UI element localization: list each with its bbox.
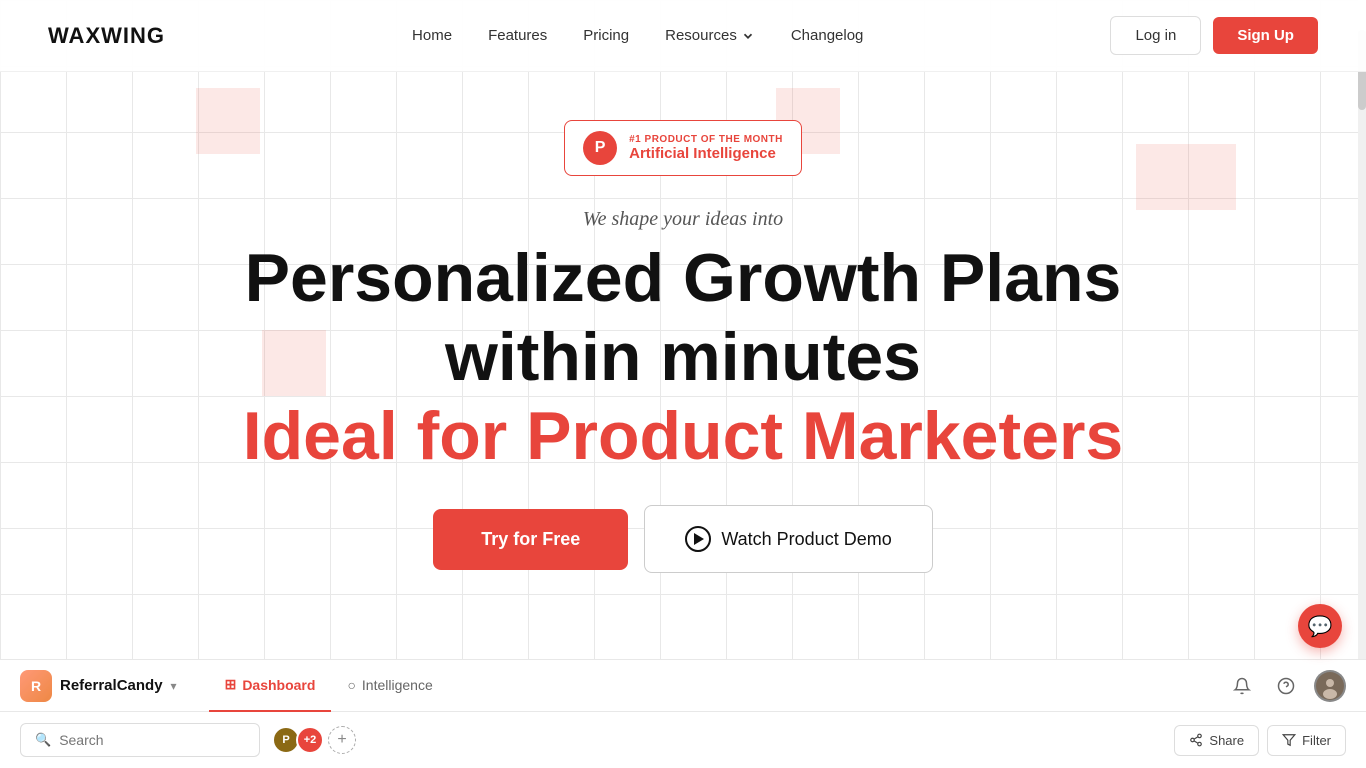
badge-text: #1 PRODUCT OF THE MONTH Artificial Intel… (629, 134, 783, 162)
app-logo-area[interactable]: R ReferralCandy ▾ (20, 670, 177, 702)
app-chevron-icon: ▾ (171, 679, 177, 693)
app-tabs: ⊞ Dashboard ○ Intelligence (209, 660, 449, 712)
navbar: WAXWING Home Features Pricing Resources … (0, 0, 1366, 72)
watch-demo-button[interactable]: Watch Product Demo (644, 505, 932, 573)
nav-item-resources[interactable]: Resources (665, 27, 755, 44)
play-icon (685, 526, 711, 552)
chat-icon: 💬 (1308, 614, 1333, 639)
login-button[interactable]: Log in (1110, 16, 1201, 55)
nav-item-changelog[interactable]: Changelog (791, 27, 864, 45)
tab-intelligence[interactable]: ○ Intelligence (331, 660, 448, 712)
app-toolbar: 🔍 P +2 + Share Filter (0, 712, 1366, 768)
badge-label: #1 PRODUCT OF THE MONTH (629, 134, 783, 145)
hero-headline-line2: within minutes (445, 320, 921, 395)
app-bar: R ReferralCandy ▾ ⊞ Dashboard ○ Intellig… (0, 659, 1366, 768)
signup-button[interactable]: Sign Up (1213, 17, 1318, 54)
avatar-stack: P +2 + (272, 726, 356, 754)
avatar-image (1316, 672, 1344, 700)
hero-subtitle: We shape your ideas into (583, 208, 783, 231)
search-input[interactable] (59, 732, 245, 748)
toolbar-actions: Share Filter (1174, 725, 1346, 756)
nav-links: Home Features Pricing Resources Changelo… (412, 27, 863, 45)
badge-icon: P (583, 131, 617, 165)
share-button[interactable]: Share (1174, 725, 1259, 756)
intelligence-icon: ○ (347, 677, 355, 693)
nav-actions: Log in Sign Up (1110, 16, 1318, 55)
chevron-down-icon (741, 29, 755, 43)
try-for-free-button[interactable]: Try for Free (433, 509, 628, 570)
add-member-button[interactable]: + (328, 726, 356, 754)
nav-item-features[interactable]: Features (488, 27, 547, 45)
dashboard-icon: ⊞ (225, 676, 237, 693)
hero-headline-red: Ideal for Product Marketers (243, 399, 1123, 474)
search-box[interactable]: 🔍 (20, 723, 260, 757)
filter-icon (1282, 733, 1296, 747)
hero-section: P #1 PRODUCT OF THE MONTH Artificial Int… (0, 72, 1366, 573)
product-badge: P #1 PRODUCT OF THE MONTH Artificial Int… (564, 120, 802, 176)
chat-button[interactable]: 💬 (1298, 604, 1342, 648)
avatar-count-badge: +2 (296, 726, 324, 754)
app-actions (1226, 670, 1346, 702)
app-header: R ReferralCandy ▾ ⊞ Dashboard ○ Intellig… (0, 660, 1366, 712)
play-triangle (694, 533, 704, 545)
nav-item-home[interactable]: Home (412, 27, 452, 45)
share-icon (1189, 733, 1203, 747)
hero-headline-line1: Personalized Growth Plans (245, 241, 1122, 316)
badge-title: Artificial Intelligence (629, 145, 783, 162)
cta-row: Try for Free Watch Product Demo (433, 505, 932, 573)
help-icon[interactable] (1270, 670, 1302, 702)
filter-button[interactable]: Filter (1267, 725, 1346, 756)
logo[interactable]: WAXWING (48, 23, 165, 49)
tab-dashboard[interactable]: ⊞ Dashboard (209, 660, 332, 712)
app-name: ReferralCandy (60, 677, 163, 694)
user-avatar[interactable] (1314, 670, 1346, 702)
nav-item-pricing[interactable]: Pricing (583, 27, 629, 45)
notification-icon[interactable] (1226, 670, 1258, 702)
app-logo-icon: R (20, 670, 52, 702)
search-icon: 🔍 (35, 732, 51, 748)
